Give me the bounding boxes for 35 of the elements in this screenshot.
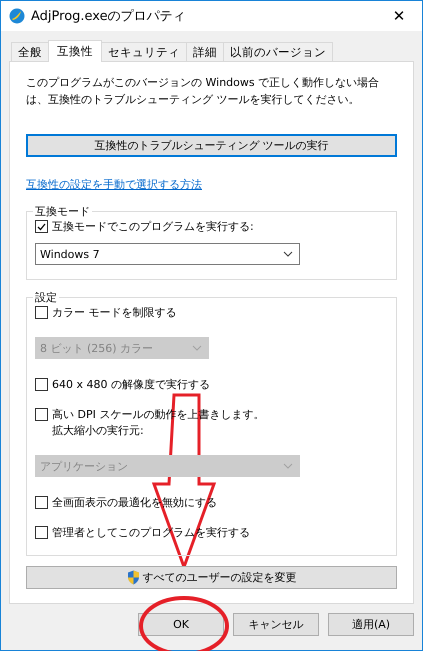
app-icon — [9, 8, 25, 24]
tab[interactable]: セキュリティ — [101, 42, 187, 61]
tab[interactable]: 互換性 — [48, 40, 102, 62]
chevron-down-icon — [283, 463, 293, 469]
checkbox-label: 拡大縮小の実行元: — [52, 423, 145, 439]
group-title: 設定 — [34, 290, 58, 305]
checkbox-box[interactable] — [35, 306, 48, 319]
dialog-button[interactable]: 適用(A) — [328, 613, 414, 636]
dialog-button[interactable]: キャンセル — [233, 613, 319, 636]
checkbox-box[interactable] — [35, 496, 48, 509]
checkbox-label: カラー モードを制限する — [52, 305, 176, 321]
checkbox[interactable]: 640 x 480 の解像度で実行する — [35, 377, 386, 393]
checkbox-label: 640 x 480 の解像度で実行する — [52, 377, 210, 393]
window-title: AdjProg.exeのプロパティ — [31, 8, 187, 25]
chevron-down-icon — [192, 345, 202, 351]
button-label: すべてのユーザーの設定を変更 — [142, 570, 296, 585]
checkbox-box[interactable] — [35, 526, 48, 539]
troubleshoot-button[interactable]: 互換性のトラブルシューティング ツールの実行 — [26, 134, 397, 157]
intro-text: このプログラムがこのバージョンの Windows で正しく動作しない場合は、互換性のトラブルシューティング ツールを実行してください。 — [26, 75, 380, 108]
dialog-button[interactable]: OK — [138, 613, 224, 636]
checkbox[interactable]: 互換モードでこのプログラムを実行する: — [35, 219, 386, 235]
checkbox-box[interactable] — [35, 220, 48, 233]
checkbox-box[interactable] — [35, 408, 48, 421]
change-all-users-button[interactable]: すべてのユーザーの設定を変更 — [26, 566, 397, 589]
group-title: 互換モード — [34, 204, 91, 219]
checkbox-label: 互換モードでこのプログラムを実行する: — [52, 219, 254, 235]
checkbox-box[interactable] — [35, 378, 48, 391]
help-link[interactable]: 互換性の設定を手動で選択する方法 — [26, 177, 202, 192]
chevron-down-icon — [283, 251, 293, 257]
checkmark-icon — [37, 222, 46, 230]
checkbox[interactable]: カラー モードを制限する — [35, 305, 386, 321]
dropdown[interactable]: Windows 7 — [35, 243, 300, 265]
shield-icon — [126, 570, 140, 585]
tab[interactable]: 以前のバージョン — [223, 42, 333, 61]
tab[interactable]: 全般 — [11, 42, 49, 61]
